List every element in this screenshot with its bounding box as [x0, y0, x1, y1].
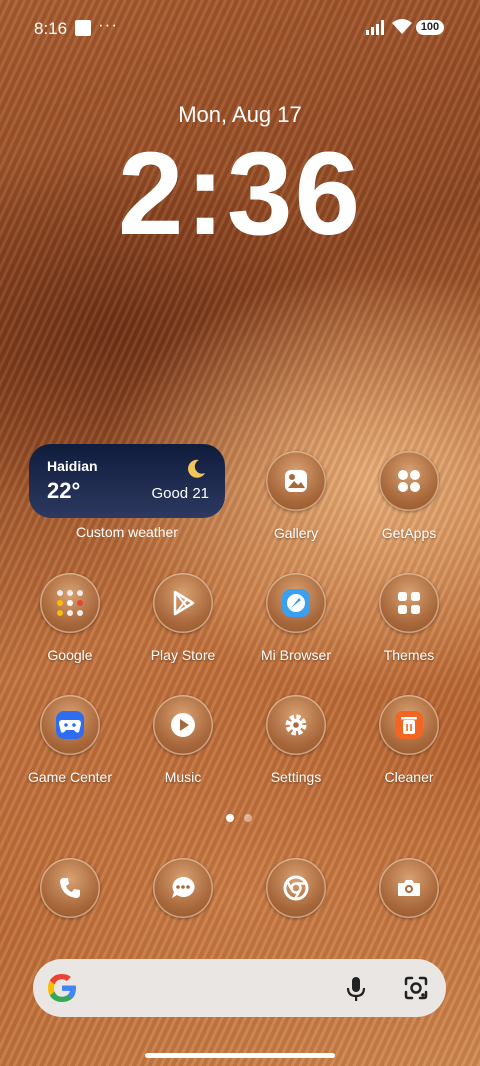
chrome-icon	[266, 858, 326, 918]
microphone-icon[interactable]	[344, 975, 368, 1003]
app-game-center[interactable]: Game Center	[15, 695, 125, 785]
weather-city: Haidian	[47, 458, 98, 474]
gallery-icon	[266, 451, 326, 511]
app-label: Cleaner	[384, 769, 434, 785]
status-time: 8:16	[34, 19, 68, 38]
google-search-bar[interactable]	[33, 959, 446, 1017]
weather-widget[interactable]: Haidian 22° Good 21	[29, 444, 225, 518]
camera-icon	[379, 858, 439, 918]
google-logo-icon	[48, 974, 76, 1002]
page-dot	[244, 814, 252, 822]
app-label: Game Center	[27, 769, 113, 785]
themes-icon	[379, 573, 439, 633]
wifi-icon	[392, 19, 412, 34]
battery-icon: 100	[416, 20, 444, 35]
getapps-icon	[379, 451, 439, 511]
app-mi-browser[interactable]: Mi Browser	[241, 573, 351, 663]
signal-icon	[366, 20, 384, 35]
app-label: Settings	[270, 769, 322, 785]
settings-gear-icon	[266, 695, 326, 755]
messages-icon	[153, 858, 213, 918]
weather-temperature: 22°	[47, 478, 81, 503]
app-label: Google	[47, 647, 93, 663]
air-quality: Good 21	[151, 485, 209, 502]
app-label: Themes	[383, 647, 435, 663]
app-label: Mi Browser	[260, 647, 331, 663]
dock-messages[interactable]	[128, 858, 238, 918]
app-label: Gallery	[273, 525, 319, 541]
moon-icon	[188, 459, 205, 478]
cleaner-trash-icon	[379, 695, 439, 755]
lockscreen-date: Mon, Aug 17	[178, 102, 302, 127]
music-icon	[153, 695, 213, 755]
google-lens-icon[interactable]	[403, 975, 429, 1001]
dock-phone[interactable]	[15, 858, 125, 918]
app-label: Play Store	[150, 647, 216, 663]
notification-icon	[75, 20, 91, 36]
dock-chrome[interactable]	[241, 858, 351, 918]
app-cleaner[interactable]: Cleaner	[354, 695, 464, 785]
more-notifications-icon: ···	[98, 15, 118, 34]
app-themes[interactable]: Themes	[354, 573, 464, 663]
page-indicator	[226, 809, 262, 827]
app-settings[interactable]: Settings	[241, 695, 351, 785]
app-play-store[interactable]: Play Store	[128, 573, 238, 663]
gesture-navigation-bar[interactable]	[145, 1053, 335, 1058]
folder-google[interactable]: Google	[15, 573, 125, 663]
app-label: Music	[164, 769, 202, 785]
app-label: GetApps	[381, 525, 437, 541]
play-store-icon	[153, 573, 213, 633]
app-gallery[interactable]: Gallery	[241, 451, 351, 541]
phone-icon	[40, 858, 100, 918]
app-getapps[interactable]: GetApps	[354, 451, 464, 541]
status-bar: 8:16 ··· 100	[0, 0, 480, 56]
dock-camera[interactable]	[354, 858, 464, 918]
page-dot-active	[226, 814, 234, 822]
app-music[interactable]: Music	[128, 695, 238, 785]
weather-widget-label: Custom weather	[76, 524, 178, 540]
google-folder-icon	[40, 573, 100, 633]
lockscreen-clock: 2:36	[117, 128, 363, 260]
mi-browser-icon	[266, 573, 326, 633]
game-center-icon	[40, 695, 100, 755]
